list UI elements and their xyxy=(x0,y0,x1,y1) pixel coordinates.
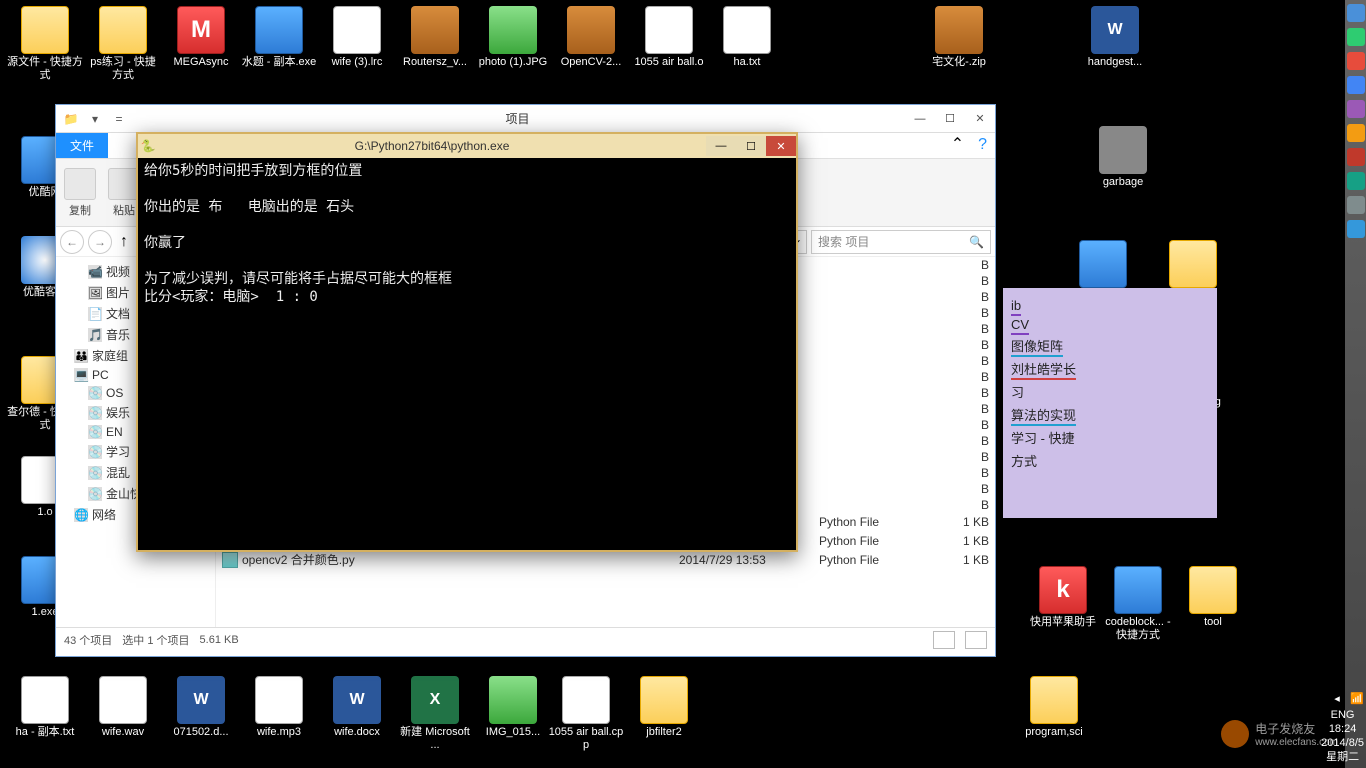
desktop-icon[interactable]: ha - 副本.txt xyxy=(7,676,83,739)
dock-item[interactable] xyxy=(1347,172,1365,190)
dock-item[interactable] xyxy=(1347,124,1365,142)
dock-item[interactable] xyxy=(1347,76,1365,94)
back-button[interactable]: ← xyxy=(60,230,84,254)
qat-btn[interactable]: = xyxy=(108,108,130,130)
explorer-title: 项目 xyxy=(130,110,905,127)
console-output: 给你5秒的时间把手放到方框的位置 你出的是 布 电脑出的是 石头 你赢了 为了减… xyxy=(138,158,796,310)
dock-item[interactable] xyxy=(1347,220,1365,238)
desktop-icon[interactable]: jbfilter2 xyxy=(626,676,702,739)
sticky-note[interactable]: ibCV图像矩阵刘杜皓学长习算法的实现学习 - 快捷方式 xyxy=(1003,288,1217,518)
desktop-icon[interactable]: tool xyxy=(1175,566,1251,629)
help-icon[interactable]: ? xyxy=(970,132,995,158)
explorer-titlebar[interactable]: 📁 ▾ = 项目 — ☐ ✕ xyxy=(56,105,995,133)
console-titlebar[interactable]: 🐍 G:\Python27bit64\python.exe — ☐ ✕ xyxy=(138,134,796,158)
desktop-icon[interactable]: OpenCV-2... xyxy=(553,6,629,69)
desktop-icon[interactable]: ps练习 - 快捷方式 xyxy=(85,6,161,82)
desktop-icon[interactable]: wife.wav xyxy=(85,676,161,739)
desktop-icon[interactable]: 源文件 - 快捷方式 xyxy=(7,6,83,82)
dock-item[interactable] xyxy=(1347,4,1365,22)
dock-item[interactable] xyxy=(1347,196,1365,214)
ribbon-collapse-icon[interactable]: ⌃ xyxy=(945,130,970,158)
watermark-logo-icon xyxy=(1221,720,1249,748)
dock-item[interactable] xyxy=(1347,148,1365,166)
python-icon: 🐍 xyxy=(138,139,158,153)
desktop-icon[interactable]: ha.txt xyxy=(709,6,785,69)
search-input[interactable]: 搜索 项目🔍 xyxy=(811,230,991,254)
desktop-icon[interactable]: wife.mp3 xyxy=(241,676,317,739)
desktop-icon[interactable]: photo (1).JPG xyxy=(475,6,551,69)
up-button[interactable]: ↑ xyxy=(116,233,132,251)
desktop-icon[interactable]: wife (3).lrc xyxy=(319,6,395,69)
forward-button[interactable]: → xyxy=(88,230,112,254)
desktop-icon[interactable]: X新建 Microsoft ... xyxy=(397,676,473,752)
tray-day: 星期二 xyxy=(1321,750,1364,764)
close-button[interactable]: ✕ xyxy=(766,136,796,156)
desktop-icon[interactable]: codeblock... - 快捷方式 xyxy=(1100,566,1176,642)
maximize-button[interactable]: ☐ xyxy=(935,108,965,130)
copy-button[interactable]: 复制 xyxy=(64,168,96,218)
file-row[interactable]: opencv2 合并颜色.py2014/7/29 13:53Python Fil… xyxy=(216,550,995,569)
desktop-icon[interactable]: W071502.d... xyxy=(163,676,239,739)
tray-icon[interactable]: ◂ xyxy=(1330,692,1344,706)
watermark: 电子发烧友 www.elecfans.com xyxy=(1221,720,1338,748)
console-title: G:\Python27bit64\python.exe xyxy=(158,139,706,153)
desktop-icon[interactable]: garbage xyxy=(1085,126,1161,189)
console-window: 🐍 G:\Python27bit64\python.exe — ☐ ✕ 给你5秒… xyxy=(136,132,798,552)
status-selection: 选中 1 个项目 xyxy=(122,632,189,648)
desktop-icon[interactable]: program,sci xyxy=(1016,676,1092,739)
status-size: 5.61 KB xyxy=(200,634,239,646)
side-dock[interactable] xyxy=(1345,0,1366,768)
desktop-icon[interactable]: Wwife.docx xyxy=(319,676,395,739)
tab-file[interactable]: 文件 xyxy=(56,133,108,158)
dock-item[interactable] xyxy=(1347,28,1365,46)
maximize-button[interactable]: ☐ xyxy=(736,136,766,156)
desktop-icon[interactable]: MMEGAsync xyxy=(163,6,239,69)
minimize-button[interactable]: — xyxy=(706,136,736,156)
desktop-icon[interactable]: k快用苹果助手 xyxy=(1025,566,1101,629)
desktop-icon[interactable]: 水题 - 副本.exe xyxy=(241,6,317,69)
desktop-icon[interactable]: 1055 air ball.o xyxy=(631,6,707,69)
folder-icon: 📁 xyxy=(60,108,82,130)
close-button[interactable]: ✕ xyxy=(965,108,995,130)
view-icons-button[interactable] xyxy=(965,631,987,649)
view-details-button[interactable] xyxy=(933,631,955,649)
desktop-icon[interactable]: 宅文化-.zip xyxy=(921,6,997,69)
minimize-button[interactable]: — xyxy=(905,108,935,130)
dock-item[interactable] xyxy=(1347,52,1365,70)
status-count: 43 个项目 xyxy=(64,632,112,648)
desktop-icon[interactable]: Whandgest... xyxy=(1077,6,1153,69)
qat-btn[interactable]: ▾ xyxy=(84,108,106,130)
network-icon[interactable]: 📶 xyxy=(1350,692,1364,706)
desktop-icon[interactable]: Routersz_v... xyxy=(397,6,473,69)
desktop-icon[interactable]: 1055 air ball.cpp xyxy=(548,676,624,752)
dock-item[interactable] xyxy=(1347,100,1365,118)
desktop-icon[interactable]: IMG_015... xyxy=(475,676,551,739)
